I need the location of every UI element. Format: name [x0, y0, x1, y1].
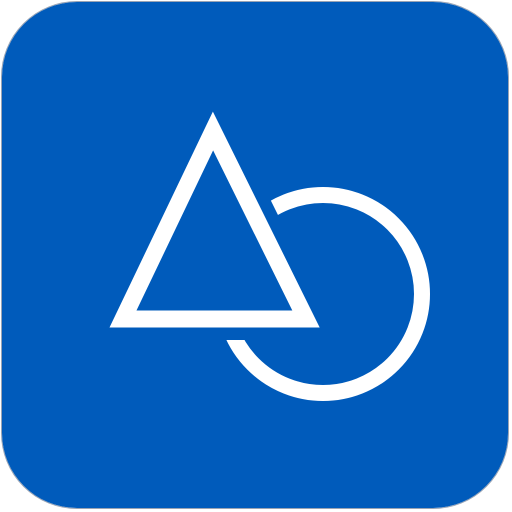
app-icon[interactable]: [1, 1, 509, 509]
triangle-circle-shapes-icon: [109, 111, 430, 401]
triangle-shape: [109, 111, 320, 328]
app-icon-canvas: [0, 0, 512, 512]
